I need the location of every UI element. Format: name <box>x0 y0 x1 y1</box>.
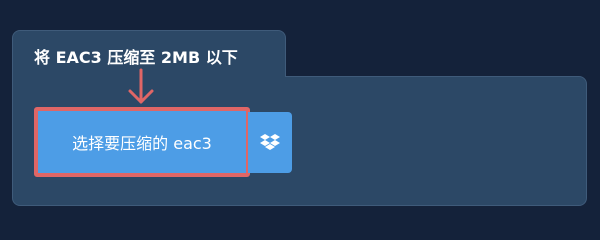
choose-file-label: 选择要压缩的 eac3 <box>72 134 212 153</box>
dropbox-button[interactable] <box>248 112 292 173</box>
dropbox-icon <box>260 133 280 150</box>
panel-title: 将 EAC3 压缩至 2MB 以下 <box>34 48 238 67</box>
pointer-arrow-icon <box>128 68 154 104</box>
choose-file-button[interactable]: 选择要压缩的 eac3 <box>34 107 250 177</box>
